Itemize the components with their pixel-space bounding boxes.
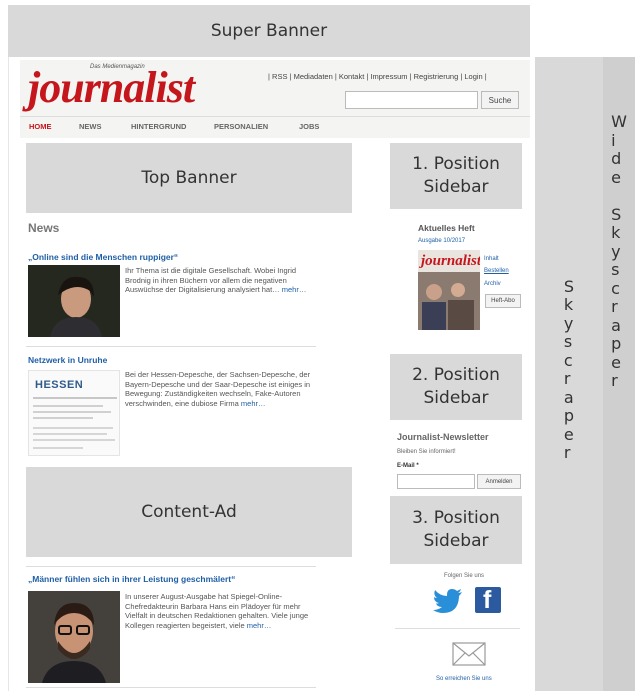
letter: k [611,223,621,242]
read-more-link[interactable]: mehr… [282,285,307,294]
portrait-woman-icon [28,265,120,337]
news-item-text: Ihr Thema ist die digitale Gesellschaft.… [125,266,307,294]
newsletter-email-input[interactable] [397,474,475,489]
issue-label[interactable]: Ausgabe 10/2017 [418,238,465,244]
issue-link-archiv[interactable]: Archiv [484,281,501,287]
news-photo-ingrid[interactable] [28,265,120,337]
envelope-icon [452,642,486,666]
nav-home[interactable]: HOME [29,122,52,131]
letter: S [563,276,575,296]
newsletter-subtitle: Bleiben Sie informiert! [397,449,456,455]
skyscraper-slot: Skyscraper [535,57,603,691]
letter: c [611,278,620,298]
letter: c [563,350,573,370]
sidebar-position-2-slot: 2. Position Sidebar [390,354,522,420]
magazine-cover[interactable]: journalist [418,250,480,330]
contact-link[interactable]: So erreichen Sie uns [436,676,492,682]
content-ad-label: Content-Ad [141,502,237,522]
letter: S [611,204,622,224]
follow-label: Folgen Sie uns [444,573,485,579]
email-label: E-Mail * [397,463,419,469]
letter: r [563,369,571,388]
facebook-f-glyph: f [483,587,492,613]
newsletter-title: Journalist-Newsletter [397,432,489,442]
letter: e [563,424,574,444]
sidebar-divider [395,628,520,629]
letter: p [563,406,575,425]
newsletter-signup-button[interactable]: Anmelden [477,474,521,489]
sidebar-position-2-line2: Sidebar [423,388,489,408]
nav-news[interactable]: NEWS [79,122,102,131]
letter: p [611,334,622,353]
issue-link-bestellen[interactable]: Bestellen [484,268,509,274]
content-ad-slot: Content-Ad [26,467,352,557]
news-photo-barbara-hans[interactable] [28,591,120,683]
read-more-link[interactable]: mehr… [247,621,272,630]
search-input[interactable] [345,91,478,109]
article-lines-icon [33,397,117,449]
cover-photo-icon [418,272,480,330]
letter: r [563,443,571,462]
sidebar-position-1-slot: 1. Position Sidebar [390,143,522,209]
news-item-text: Bei der Hessen-Depesche, der Sachsen-Dep… [125,370,311,408]
news-section-title: News [28,221,60,235]
read-more-link[interactable]: mehr… [241,399,266,408]
header-top-links[interactable]: | RSS | Mediadaten | Kontakt | Impressum… [268,72,487,81]
super-banner-slot: Super Banner [8,5,530,57]
letter: r [611,371,618,390]
letter: y [563,313,574,333]
letter: e [611,167,621,187]
sidebar-position-2-line1: 2. Position [412,365,500,385]
news-divider [26,566,316,567]
search-button[interactable]: Suche [481,91,519,109]
letter: W [611,112,627,131]
news-item-title[interactable]: Netzwerk in Unruhe [28,355,107,365]
wide-skyscraper-slot: Wide Skyscraper [603,57,635,691]
facebook-icon[interactable]: f [475,587,501,613]
news-divider [26,687,316,688]
letter: e [611,352,621,372]
journalist-logo[interactable]: journalist [28,66,195,110]
wide-skyscraper-label: Wide Skyscraper [611,112,627,391]
news-divider [26,346,316,347]
issue-link-inhalt[interactable]: Inhalt [484,256,499,262]
portrait-man-icon [28,591,120,683]
letter: a [611,315,621,335]
letter: y [611,241,621,261]
letter: a [563,387,574,407]
letter: d [611,149,622,168]
news-item-text: In unserer August-Ausgabe hat Spiegel-On… [125,592,309,630]
issue-title: Aktuelles Heft [418,223,475,233]
sidebar-position-3-line1: 3. Position [412,508,500,528]
sidebar-position-3-line2: Sidebar [423,531,489,551]
news-item-title[interactable]: „Online sind die Menschen ruppiger“ [28,252,178,262]
sidebar-position-1-line1: 1. Position [412,154,500,174]
news-thumb-hessen-depesche[interactable]: HESSEN [28,370,120,456]
nav-divider [20,116,530,117]
top-banner-slot: Top Banner [26,143,352,213]
letter: i [611,130,616,150]
twitter-icon[interactable] [433,588,463,614]
letter: r [611,297,618,316]
cover-logo: journalist [421,253,480,269]
letter [611,187,627,206]
letter: s [611,260,620,279]
issue-subscribe-button[interactable]: Heft-Abo [485,294,521,308]
skyscraper-label: Skyscraper [563,276,575,463]
sidebar-position-3-slot: 3. Position Sidebar [390,496,522,564]
letter: k [563,295,574,314]
nav-personalien[interactable]: PERSONALIEN [214,122,268,131]
news-item-title[interactable]: „Männer fühlen sich in ihrer Leistung ge… [28,574,235,584]
twitter-bird-icon [433,589,462,613]
nav-jobs[interactable]: JOBS [299,122,319,131]
super-banner-label: Super Banner [210,21,328,41]
sidebar-position-1-line2: Sidebar [423,177,489,197]
mail-icon[interactable] [452,642,486,666]
thumb-masthead: HESSEN [35,379,84,391]
top-banner-label: Top Banner [141,168,237,188]
letter: s [563,332,573,351]
nav-hintergrund[interactable]: HINTERGRUND [131,122,186,131]
